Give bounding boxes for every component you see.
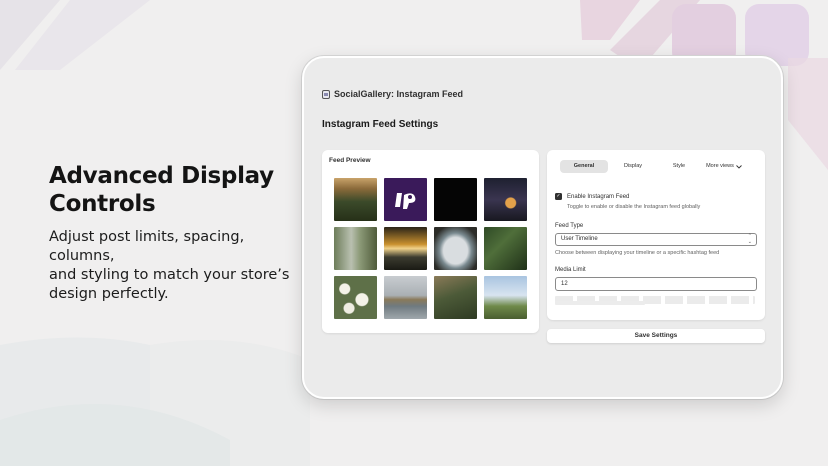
settings-tabs: General Display Style More views (560, 160, 748, 173)
thumbnail-forest-valley[interactable] (334, 178, 377, 221)
thumbnail-moonrise[interactable] (484, 178, 527, 221)
tab-more-views-label: More views (706, 163, 734, 169)
subcopy-line-1: Adjust post limits, spacing, columns, (49, 229, 245, 264)
faded-help-text-2 (555, 301, 645, 305)
thumbnail-black[interactable] (434, 178, 477, 221)
thumbnail-lighthouse[interactable] (484, 276, 527, 319)
thumbnail-fern-forest[interactable] (484, 227, 527, 270)
app-title: SocialGallery: Instagram Feed (334, 89, 464, 99)
feed-type-label: Feed Type (555, 223, 584, 229)
media-limit-input[interactable]: 12 (555, 277, 757, 291)
thumbnail-coastal-cave[interactable] (434, 227, 477, 270)
feed-type-select[interactable]: User Timeline ⌃ ⌄ (555, 233, 757, 246)
tab-style[interactable]: Style (658, 160, 700, 173)
tab-general[interactable]: General (560, 160, 608, 173)
app-header: SocialGallery: Instagram Feed (322, 89, 463, 99)
thumbnail-brand-logo[interactable] (384, 178, 427, 221)
device-frame: SocialGallery: Instagram Feed Instagram … (302, 56, 783, 399)
enable-feed-checkbox[interactable]: ✓ (555, 193, 562, 200)
media-limit-value: 12 (561, 281, 568, 287)
tab-more-views[interactable]: More views (700, 160, 748, 173)
thumbnail-grid (334, 178, 527, 319)
chevron-down-icon (736, 164, 742, 169)
feed-type-help: Choose between displaying your timeline … (555, 250, 720, 256)
feed-type-value: User Timeline (561, 236, 598, 242)
thumbnail-island-village[interactable] (384, 276, 427, 319)
settings-card: General Display Style More views ✓ Enabl… (547, 150, 765, 320)
thumbnail-sunset-lake[interactable] (384, 227, 427, 270)
headline-line-2: Controls (49, 191, 156, 217)
headline-line-1: Advanced Display (49, 163, 274, 189)
subcopy-line-2: and styling to match your store’s (49, 267, 290, 283)
enable-feed-help: Toggle to enable or disable the Instagra… (567, 204, 701, 210)
feed-preview-label: Feed Preview (329, 157, 371, 164)
app-logo-icon (322, 89, 330, 99)
marketing-subcopy: Adjust post limits, spacing, columns, an… (49, 228, 299, 304)
marketing-headline: Advanced Display Controls (49, 162, 309, 218)
subcopy-line-3: design perfectly. (49, 286, 169, 302)
enable-feed-label: Enable Instagram Feed (567, 193, 630, 200)
page-title: Instagram Feed Settings (322, 119, 439, 130)
tab-display[interactable]: Display (608, 160, 658, 173)
thumbnail-waterfall[interactable] (334, 227, 377, 270)
media-limit-label: Media Limit (555, 267, 586, 273)
enable-feed-row[interactable]: ✓ Enable Instagram Feed (555, 193, 629, 200)
save-settings-button[interactable]: Save Settings (547, 329, 765, 343)
thumbnail-white-flowers[interactable] (334, 276, 377, 319)
feed-preview-card: Feed Preview (322, 150, 539, 333)
brand-glyph-icon (394, 192, 415, 209)
thumbnail-ruins[interactable] (434, 276, 477, 319)
select-arrows-icon: ⌃ ⌄ (747, 233, 752, 245)
